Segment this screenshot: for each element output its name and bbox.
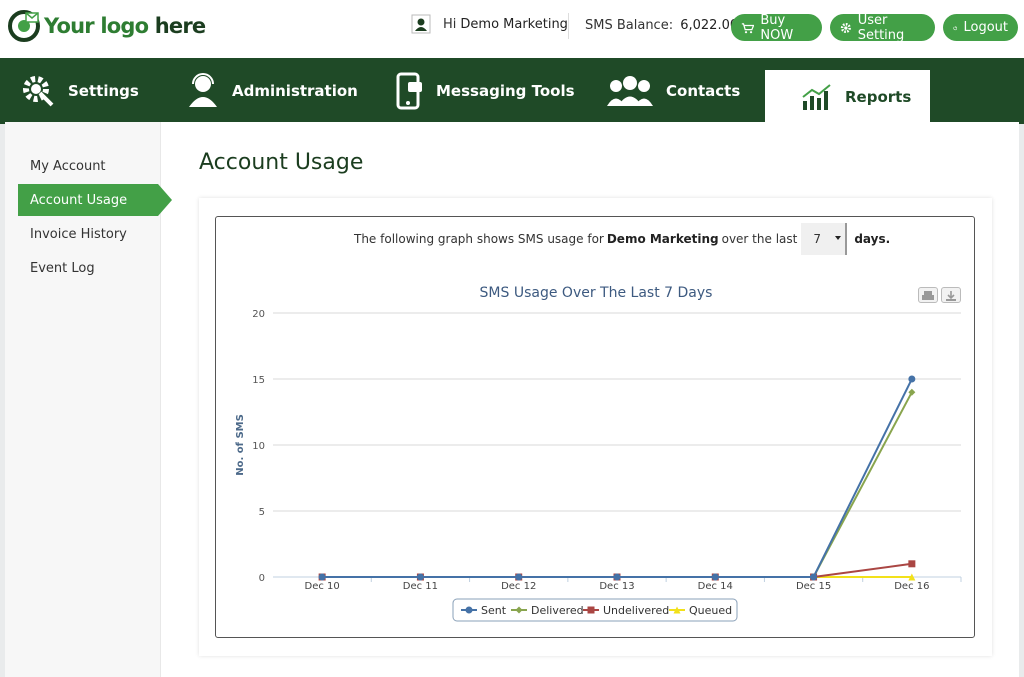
user-info: Hi Demo Marketing: [411, 14, 568, 34]
data-point: [515, 573, 523, 581]
usage-description: The following graph shows SMS usage for …: [354, 223, 893, 255]
y-tick-label: 20: [252, 309, 265, 320]
buy-now-button[interactable]: Buy NOW: [731, 12, 822, 43]
x-tick-label: Dec 14: [698, 581, 733, 592]
days-select-value: 7: [813, 232, 821, 246]
chart-panel: The following graph shows SMS usage for …: [215, 216, 975, 638]
data-point: [908, 560, 916, 568]
sidebar-item-event-log[interactable]: Event Log: [18, 252, 158, 284]
sidebar-item-label: My Account: [30, 158, 106, 174]
data-point: [711, 573, 719, 581]
nav-administration[interactable]: Administration: [186, 58, 358, 124]
y-axis-label: No. of SMS: [235, 414, 246, 476]
sms-balance: SMS Balance: 6,022.00: [585, 18, 738, 33]
x-tick-label: Dec 15: [796, 581, 831, 592]
buy-now-label: Buy NOW: [760, 12, 794, 43]
cart-icon: [741, 22, 755, 33]
logout-button[interactable]: Logout: [943, 14, 1018, 41]
gear-icon: [840, 22, 851, 33]
x-tick-label: Dec 13: [599, 581, 634, 592]
sidebar: My Account Account Usage Invoice History…: [5, 122, 172, 677]
greeting-text: Hi: [443, 16, 457, 32]
logo-text-suffix: here: [154, 14, 206, 38]
nav-contacts[interactable]: Contacts: [606, 58, 740, 124]
series-line-delivered: [322, 391, 913, 578]
x-tick-label: Dec 11: [403, 581, 438, 592]
data-point: [613, 573, 621, 581]
balance-value: 6,022.00: [680, 18, 739, 33]
legend-marker: [465, 606, 473, 614]
data-point: [318, 573, 326, 581]
nav-reports-label: Reports: [845, 88, 912, 106]
page-title: Account Usage: [199, 150, 364, 175]
sidebar-item-invoice-history[interactable]: Invoice History: [18, 218, 158, 250]
mobile-phone-icon: [396, 72, 422, 110]
nav-reports[interactable]: Reports: [765, 70, 930, 124]
sidebar-item-my-account[interactable]: My Account: [18, 150, 158, 182]
usage-panel: The following graph shows SMS usage for …: [199, 198, 992, 656]
power-icon: [953, 25, 958, 30]
administrator-icon: [189, 73, 217, 107]
desc-user: Demo Marketing: [606, 232, 719, 246]
nav-contacts-label: Contacts: [666, 82, 741, 100]
legend-marker: [587, 606, 595, 614]
usage-line-chart: 0 5 10 15 20 Dec 10 Dec 11 Dec 12 Dec 13 Dec 14 De…: [235, 309, 962, 622]
logo-text: Your logo here: [44, 14, 206, 38]
settings-icon: [23, 76, 54, 107]
balance-label: SMS Balance:: [585, 18, 674, 33]
desc-prefix: The following graph shows SMS usage for: [354, 232, 604, 246]
days-select[interactable]: 7: [801, 223, 848, 255]
nav-settings[interactable]: Settings: [20, 58, 139, 124]
y-tick-label: 10: [252, 441, 265, 452]
desc-mid: over the last: [721, 232, 798, 246]
series-line-sent: [322, 378, 913, 578]
legend-label: Undelivered: [603, 604, 669, 617]
desc-suffix: days.: [854, 232, 891, 246]
bar-chart-icon: [802, 84, 831, 110]
legend-label: Queued: [689, 604, 732, 617]
nav-administration-label: Administration: [232, 82, 358, 100]
content-area: My Account Account Usage Invoice History…: [5, 122, 1019, 677]
contacts-icon: [607, 76, 653, 106]
chevron-down-icon: [835, 236, 842, 240]
legend-label: Sent: [481, 604, 507, 617]
x-tick-label: Dec 12: [501, 581, 536, 592]
legend-label: Delivered: [531, 604, 584, 617]
sidebar-item-label: Event Log: [30, 260, 95, 276]
nav-messaging-tools[interactable]: Messaging Tools: [396, 58, 575, 124]
sidebar-item-label: Account Usage: [30, 192, 128, 208]
y-tick-label: 15: [252, 375, 265, 386]
logo-text-main: Your logo: [44, 14, 149, 38]
logo[interactable]: Your logo here: [8, 10, 206, 42]
x-tick-label: Dec 16: [894, 581, 929, 592]
data-point: [908, 388, 916, 396]
logo-icon: [8, 10, 40, 42]
nav-settings-label: Settings: [68, 82, 139, 100]
data-point: [416, 573, 424, 581]
data-point: [810, 573, 818, 581]
y-tick-label: 5: [259, 507, 265, 518]
y-tick-label: 0: [259, 573, 265, 584]
data-point: [908, 375, 916, 383]
header: Your logo here Hi Demo Marketing SMS Bal…: [0, 0, 1024, 58]
logout-label: Logout: [963, 20, 1008, 35]
user-icon: [411, 14, 431, 34]
header-divider: [568, 13, 569, 39]
sidebar-item-label: Invoice History: [30, 226, 127, 242]
x-tick-label: Dec 10: [305, 581, 340, 592]
user-setting-label: User Setting: [857, 12, 905, 43]
nav-messaging-label: Messaging Tools: [436, 82, 575, 100]
main-nav: Settings Administration Messaging Tools …: [0, 58, 1024, 124]
sidebar-item-account-usage[interactable]: Account Usage: [18, 184, 172, 216]
user-setting-button[interactable]: User Setting: [830, 12, 935, 43]
user-name: Demo Marketing: [460, 16, 568, 32]
